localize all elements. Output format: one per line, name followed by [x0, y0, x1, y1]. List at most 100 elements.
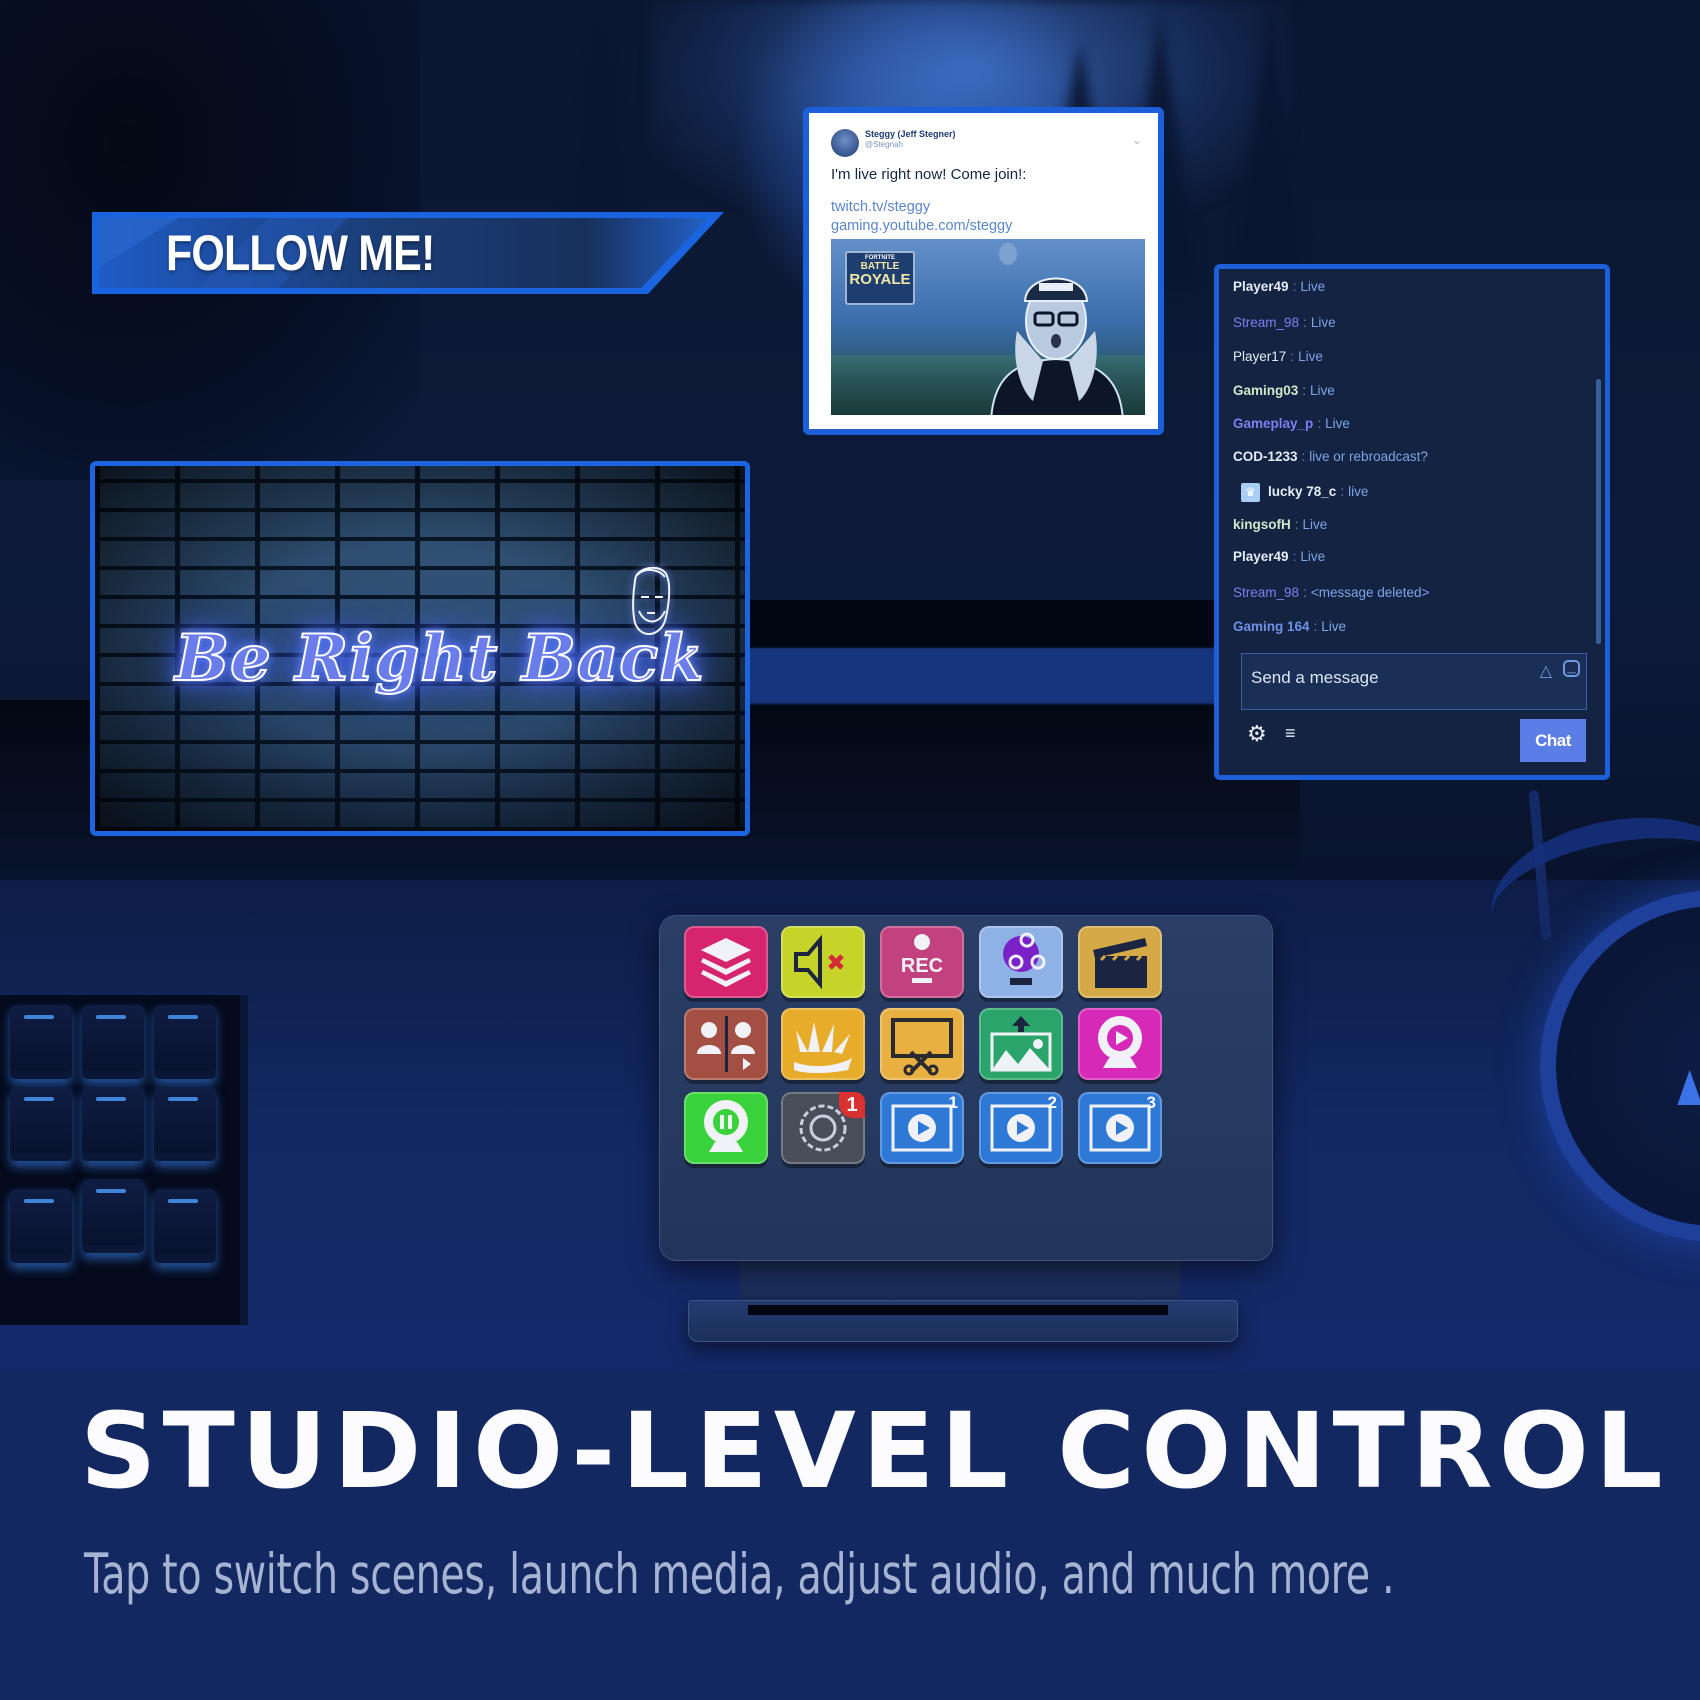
bearded-face-icon	[632, 566, 671, 635]
follow-me-text: FOLLOW ME!	[166, 225, 435, 281]
chat-separator: :	[1303, 585, 1307, 600]
deck-key-upload-image[interactable]	[979, 1008, 1063, 1080]
webcam-play-icon	[1098, 1016, 1142, 1068]
chat-message-text: Live	[1300, 549, 1326, 564]
deck-key-media-clip[interactable]	[1078, 926, 1162, 998]
key-number-label: 1	[948, 1093, 958, 1112]
chat-separator: :	[1301, 449, 1306, 464]
chat-username[interactable]: Gaming03	[1233, 383, 1298, 398]
chat-separator: :	[1292, 549, 1297, 564]
chat-send-button[interactable]: Chat	[1520, 719, 1586, 762]
deck-key-mute-audio[interactable]	[781, 926, 865, 998]
tweet-author-handle[interactable]: @Stegnah	[865, 140, 903, 149]
obs-logo-icon	[1003, 932, 1046, 985]
chat-scrollbar[interactable]	[1596, 379, 1601, 644]
chat-username[interactable]: kingsofH	[1233, 517, 1291, 532]
chat-message: Player17: Live	[1233, 349, 1323, 364]
chat-message: Gaming03: Live	[1233, 383, 1335, 398]
chat-separator: :	[1313, 619, 1318, 634]
speaker-mute-icon	[794, 934, 844, 990]
deck-key-scenes[interactable]	[684, 926, 768, 998]
deck-key-play-video-2[interactable]: 2	[979, 1092, 1063, 1164]
emoji-icon[interactable]: ‿	[1563, 660, 1580, 677]
split-people-icon	[697, 1016, 755, 1072]
chat-username[interactable]: COD-1233	[1233, 449, 1298, 464]
deck-key-webcam-play[interactable]	[1078, 1008, 1162, 1080]
chat-username[interactable]: Player49	[1233, 549, 1289, 564]
chevron-down-icon[interactable]: ⌄	[1132, 133, 1142, 147]
chat-username[interactable]: Gaming 164	[1233, 619, 1310, 634]
chat-message: Player49: Live	[1233, 279, 1325, 294]
chat-message: ♛ lucky 78_c: live	[1233, 483, 1368, 502]
gear-icon[interactable]: ⚙	[1247, 721, 1267, 747]
chat-message: Gaming 164: Live	[1233, 619, 1346, 634]
avatar[interactable]	[831, 129, 859, 157]
deck-key-obs[interactable]	[979, 926, 1063, 998]
list-icon[interactable]: ≡	[1285, 723, 1296, 744]
chat-username[interactable]: Player49	[1233, 279, 1289, 294]
tweet-link-twitch[interactable]: twitch.tv/steggy	[831, 199, 930, 215]
deck-key-crop-source[interactable]	[880, 1008, 964, 1080]
chat-username[interactable]: lucky 78_c	[1268, 484, 1336, 499]
tweet-author-name[interactable]: Steggy (Jeff Stegner)	[865, 129, 956, 139]
chat-message-text: Live	[1298, 349, 1323, 364]
stream-chat-panel: Player49: Live Stream_98: Live Player17: Live…	[1214, 264, 1610, 780]
chat-message-text: Live	[1325, 416, 1350, 431]
chat-message-text: <message deleted>	[1310, 585, 1430, 600]
chat-username[interactable]: Stream_98	[1233, 315, 1299, 330]
chat-separator: :	[1290, 349, 1295, 364]
chat-username[interactable]: Player17	[1233, 349, 1286, 364]
chat-message: Stream_98: <message deleted>	[1233, 585, 1429, 600]
deck-key-play-video-1[interactable]: 1	[880, 1092, 964, 1164]
deck-key-switch-camera[interactable]	[684, 1008, 768, 1080]
chat-message: Gameplay_p: Live	[1233, 416, 1350, 431]
chat-message-input[interactable]: Send a message △ ‿	[1241, 653, 1587, 710]
chat-message: Stream_98: Live	[1233, 315, 1336, 330]
deck-key-effects[interactable]	[781, 1008, 865, 1080]
image-upload-icon	[990, 1016, 1052, 1072]
rec-icon: REC	[901, 934, 943, 983]
deck-key-play-video-3[interactable]: 3	[1078, 1092, 1162, 1164]
monitor-body	[700, 600, 1220, 648]
chat-message-text: live	[1348, 484, 1369, 500]
chat-message-text: Live	[1321, 619, 1347, 634]
chat-separator: :	[1340, 484, 1345, 500]
notification-badge: 1	[839, 1092, 865, 1118]
confetti-icon	[794, 1022, 852, 1073]
deck-key-webcam-pause[interactable]	[684, 1092, 768, 1164]
chat-separator: :	[1303, 315, 1307, 330]
chat-message-text: Live	[1310, 383, 1335, 398]
tweet-card: Steggy (Jeff Stegner) @Stegnah ⌄ I'm liv…	[803, 107, 1164, 435]
chat-input-placeholder: Send a message	[1251, 668, 1379, 687]
layers-icon	[701, 938, 751, 987]
chat-separator: :	[1292, 279, 1297, 294]
chat-message: kingsofH: Live	[1233, 517, 1327, 532]
key-number-label: 2	[1047, 1093, 1057, 1112]
chat-message-text: Live	[1302, 517, 1328, 532]
brb-scene-preview: Be Right Back	[90, 461, 750, 836]
clapperboard-icon	[1093, 938, 1147, 988]
deck-key-record[interactable]: REC	[880, 926, 964, 998]
chat-message: COD-1233: live or rebroadcast?	[1233, 449, 1428, 464]
deck-key-create-folder[interactable]: 1	[781, 1092, 865, 1164]
chat-username[interactable]: Stream_98	[1233, 585, 1299, 600]
monitor-bezel	[700, 648, 1220, 704]
subheadline: Tap to switch scenes, launch media, adju…	[84, 1542, 1395, 1606]
chat-message: Player49: Live	[1233, 549, 1325, 564]
monitor-scissors-icon	[891, 1018, 953, 1076]
sails-logo-icon: ▲	[1669, 1050, 1700, 1119]
chat-message-text: Live	[1300, 279, 1326, 294]
tweet-media-image[interactable]: FORTNITE BATTLE ROYALE	[831, 239, 1145, 415]
chat-separator: :	[1317, 416, 1322, 431]
crown-icon: ♛	[1241, 483, 1260, 502]
chat-message-text: live or rebroadcast?	[1309, 449, 1428, 464]
tree-silhouette	[1230, 0, 1310, 300]
chat-username[interactable]: Gameplay_p	[1233, 416, 1313, 431]
svg-text:REC: REC	[901, 955, 943, 977]
tweet-link-youtube[interactable]: gaming.youtube.com/steggy	[831, 218, 1012, 234]
stream-deck-device: REC 1 1 2 3	[660, 916, 1272, 1260]
streamer-photo	[990, 277, 1124, 415]
follow-me-banner: FOLLOW ME!	[88, 208, 728, 298]
chat-message-text: Live	[1310, 315, 1336, 330]
bits-icon[interactable]: △	[1540, 661, 1552, 681]
